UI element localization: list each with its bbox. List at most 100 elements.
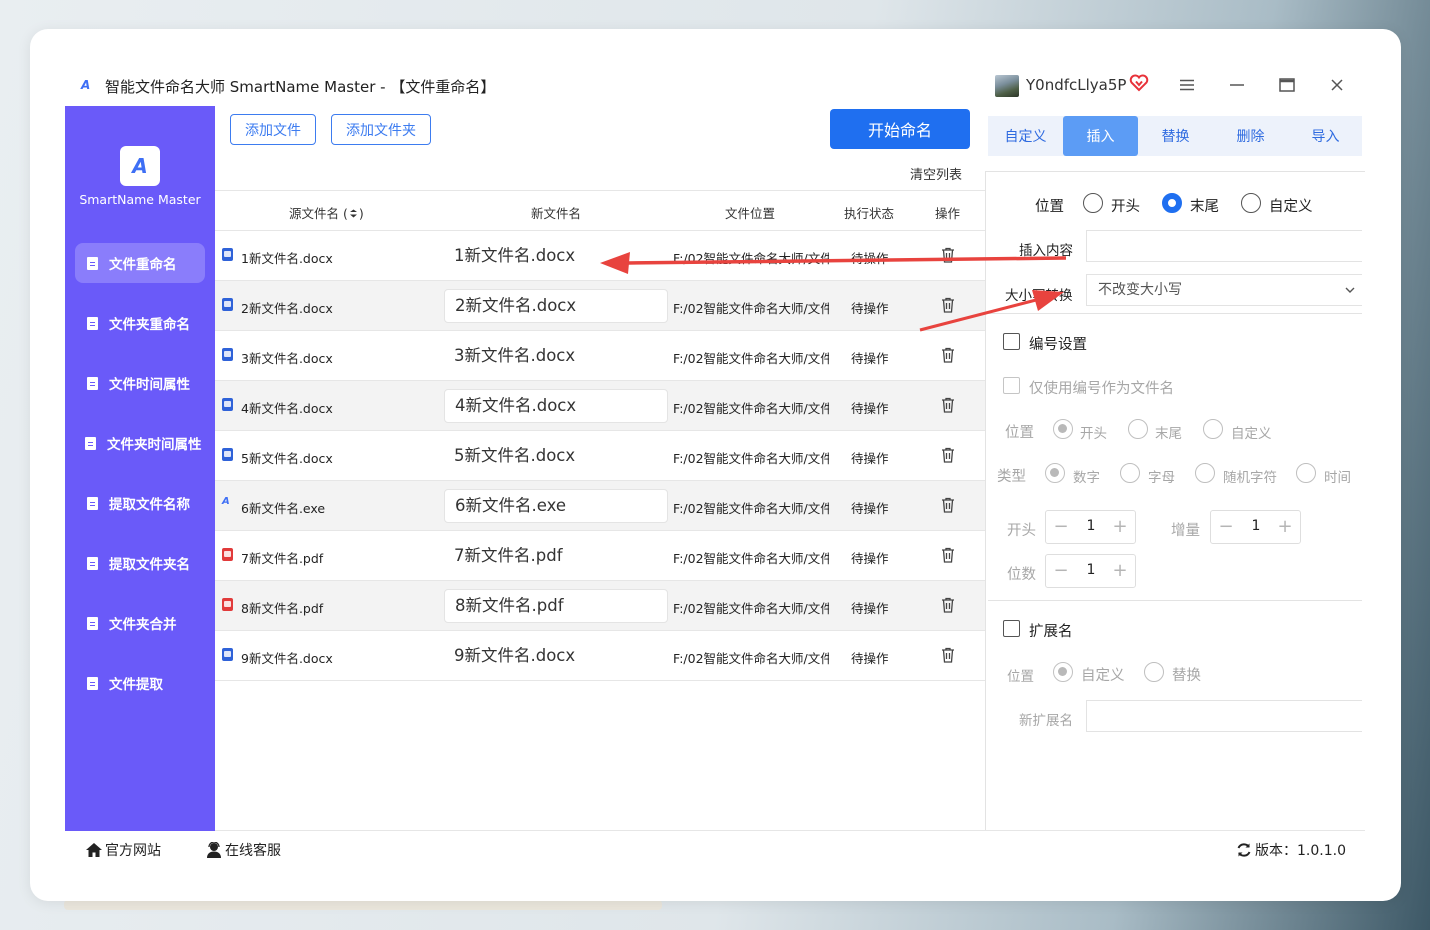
minimize-icon[interactable] bbox=[1225, 74, 1249, 96]
new-extension-input[interactable] bbox=[1086, 700, 1362, 732]
sidebar-item-file-time[interactable]: 文件时间属性 bbox=[75, 363, 205, 403]
header-status: 执行状态 bbox=[844, 206, 895, 221]
word-file-icon bbox=[222, 298, 233, 311]
new-file-name-input[interactable]: 8新文件名.pdf bbox=[444, 589, 668, 623]
table-row[interactable]: 1新文件名.docx 1新文件名.docx F:/02智能文件命名大师/文件 待… bbox=[215, 231, 986, 281]
add-folder-button[interactable]: 添加文件夹 bbox=[331, 114, 431, 145]
version-info[interactable]: 版本：1.0.1.0 bbox=[1235, 840, 1346, 860]
user-name[interactable]: Y0ndfcLlya5P bbox=[1026, 76, 1126, 94]
start-stepper[interactable]: − 1 + bbox=[1045, 510, 1136, 544]
source-file-name: 6新文件名.exe bbox=[241, 501, 326, 516]
type-letter-radio[interactable] bbox=[1120, 463, 1140, 483]
position-custom-radio[interactable] bbox=[1241, 193, 1261, 213]
ext-custom-radio[interactable] bbox=[1053, 662, 1073, 682]
tab-custom[interactable]: 自定义 bbox=[988, 116, 1063, 156]
trash-icon[interactable] bbox=[941, 347, 955, 363]
add-file-button[interactable]: 添加文件 bbox=[230, 114, 316, 145]
sidebar-item-folder-merge[interactable]: 文件夹合并 bbox=[75, 603, 205, 643]
tab-delete[interactable]: 删除 bbox=[1213, 116, 1288, 156]
user-avatar[interactable] bbox=[995, 75, 1019, 97]
footer-divider bbox=[215, 830, 1365, 831]
document-icon bbox=[87, 676, 98, 690]
trash-icon[interactable] bbox=[941, 497, 955, 513]
tab-import[interactable]: 导入 bbox=[1288, 116, 1363, 156]
trash-icon[interactable] bbox=[941, 447, 955, 463]
trash-icon[interactable] bbox=[941, 647, 955, 663]
sidebar-item-extract-folder-names[interactable]: 提取文件夹名 bbox=[75, 543, 205, 583]
digits-stepper[interactable]: − 1 + bbox=[1045, 554, 1136, 588]
background-shadow-strip bbox=[64, 900, 662, 910]
digits-label: 位数 bbox=[1007, 567, 1036, 583]
clear-list-button[interactable]: 清空列表 bbox=[910, 164, 962, 183]
vip-heart-icon[interactable] bbox=[1129, 73, 1149, 93]
case-conversion-select[interactable]: 不改变大小写 bbox=[1086, 274, 1362, 306]
ext-custom-label: 自定义 bbox=[1081, 668, 1125, 684]
table-row[interactable]: 8新文件名.pdf 8新文件名.pdf F:/02智能文件命名大师/文件 待操作 bbox=[215, 581, 986, 631]
num-position-end-radio[interactable] bbox=[1128, 419, 1148, 439]
sidebar-item-file-rename[interactable]: 文件重命名 bbox=[75, 243, 205, 283]
sidebar-item-extract-file-names[interactable]: 提取文件名称 bbox=[75, 483, 205, 523]
position-end-radio[interactable] bbox=[1162, 193, 1182, 213]
trash-icon[interactable] bbox=[941, 547, 955, 563]
tab-insert[interactable]: 插入 bbox=[1063, 116, 1138, 156]
tab-replace[interactable]: 替换 bbox=[1138, 116, 1213, 156]
pdf-file-icon bbox=[222, 548, 233, 561]
new-file-name-input[interactable]: 4新文件名.docx bbox=[444, 389, 668, 423]
new-file-name-input[interactable]: 1新文件名.docx bbox=[444, 239, 668, 273]
table-row[interactable]: 7新文件名.pdf 7新文件名.pdf F:/02智能文件命名大师/文件 待操作 bbox=[215, 531, 986, 581]
new-file-name-input[interactable]: 7新文件名.pdf bbox=[444, 539, 668, 573]
trash-icon[interactable] bbox=[941, 397, 955, 413]
trash-icon[interactable] bbox=[941, 247, 955, 263]
official-website-link[interactable]: 官方网站 bbox=[85, 840, 161, 860]
increment-button[interactable]: + bbox=[1276, 517, 1294, 537]
decrement-button[interactable]: − bbox=[1052, 517, 1070, 537]
table-row[interactable]: 9新文件名.docx 9新文件名.docx F:/02智能文件命名大师/文件 待… bbox=[215, 631, 986, 681]
only-number-checkbox[interactable] bbox=[1003, 377, 1020, 394]
insert-content-input[interactable] bbox=[1086, 230, 1362, 262]
file-location: F:/02智能文件命名大师/文件 bbox=[673, 551, 829, 566]
table-row[interactable]: 4新文件名.docx 4新文件名.docx F:/02智能文件命名大师/文件 待… bbox=[215, 381, 986, 431]
word-file-icon bbox=[222, 398, 233, 411]
type-random-radio[interactable] bbox=[1195, 463, 1215, 483]
increment-button[interactable]: + bbox=[1111, 561, 1129, 581]
table-row[interactable]: 5新文件名.docx 5新文件名.docx F:/02智能文件命名大师/文件 待… bbox=[215, 431, 986, 481]
decrement-button[interactable]: − bbox=[1052, 561, 1070, 581]
maximize-icon[interactable] bbox=[1275, 74, 1299, 96]
type-time-radio[interactable] bbox=[1296, 463, 1316, 483]
decrement-button[interactable]: − bbox=[1217, 517, 1235, 537]
online-support-link[interactable]: 在线客服 bbox=[205, 840, 281, 860]
start-rename-button[interactable]: 开始命名 bbox=[830, 109, 970, 149]
word-file-icon bbox=[222, 248, 233, 261]
num-position-custom-radio[interactable] bbox=[1203, 419, 1223, 439]
header-source[interactable]: 源文件名 () bbox=[289, 203, 364, 222]
menu-icon[interactable] bbox=[1175, 74, 1199, 96]
new-file-name-input[interactable]: 3新文件名.docx bbox=[444, 339, 668, 373]
file-location: F:/02智能文件命名大师/文件 bbox=[673, 301, 829, 316]
sidebar-item-folder-time[interactable]: 文件夹时间属性 bbox=[75, 423, 205, 463]
case-conversion-value: 不改变大小写 bbox=[1098, 282, 1182, 298]
increment-button[interactable]: + bbox=[1111, 517, 1129, 537]
increment-stepper[interactable]: − 1 + bbox=[1210, 510, 1301, 544]
ext-replace-radio[interactable] bbox=[1144, 662, 1164, 682]
extension-checkbox[interactable] bbox=[1003, 620, 1020, 637]
status-text: 待操作 bbox=[851, 601, 889, 616]
file-location: F:/02智能文件命名大师/文件 bbox=[673, 651, 829, 666]
position-label: 位置 bbox=[1035, 199, 1064, 215]
table-row[interactable]: A 6新文件名.exe 6新文件名.exe F:/02智能文件命名大师/文件 待… bbox=[215, 481, 986, 531]
type-number-radio[interactable] bbox=[1045, 463, 1065, 483]
new-file-name-input[interactable]: 9新文件名.docx bbox=[444, 639, 668, 673]
numbering-checkbox[interactable] bbox=[1003, 333, 1020, 350]
trash-icon[interactable] bbox=[941, 597, 955, 613]
trash-icon[interactable] bbox=[941, 297, 955, 313]
table-row[interactable]: 2新文件名.docx 2新文件名.docx F:/02智能文件命名大师/文件 待… bbox=[215, 281, 986, 331]
new-file-name-input[interactable]: 2新文件名.docx bbox=[444, 289, 668, 323]
sidebar-item-folder-rename[interactable]: 文件夹重命名 bbox=[75, 303, 205, 343]
position-start-radio[interactable] bbox=[1083, 193, 1103, 213]
home-icon bbox=[86, 843, 102, 857]
new-file-name-input[interactable]: 5新文件名.docx bbox=[444, 439, 668, 473]
close-icon[interactable] bbox=[1325, 74, 1349, 96]
num-position-start-radio[interactable] bbox=[1053, 419, 1073, 439]
table-row[interactable]: 3新文件名.docx 3新文件名.docx F:/02智能文件命名大师/文件 待… bbox=[215, 331, 986, 381]
new-file-name-input[interactable]: 6新文件名.exe bbox=[444, 489, 668, 523]
sidebar-item-file-extract[interactable]: 文件提取 bbox=[75, 663, 205, 703]
